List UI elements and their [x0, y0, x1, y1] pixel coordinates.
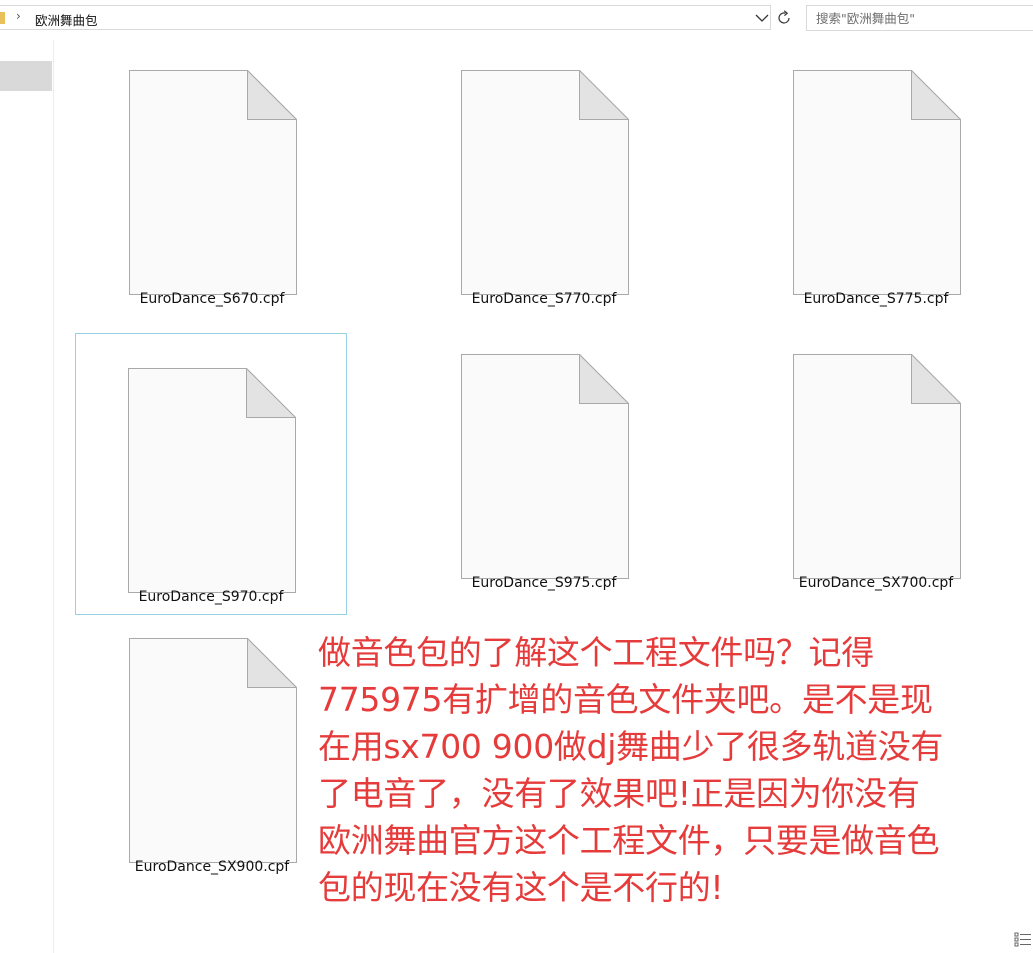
search-input[interactable] [807, 6, 1033, 30]
refresh-icon[interactable] [773, 7, 795, 29]
annotation-line: 欧洲舞曲官方这个工程文件，只要是做音色 [318, 821, 940, 860]
nav-selected-item[interactable] [0, 61, 52, 91]
file-item[interactable]: EuroDance_S670.cpf [76, 35, 348, 317]
folder-icon [0, 12, 5, 24]
file-item[interactable]: EuroDance_SX900.cpf [76, 603, 348, 885]
details-view-icon[interactable] [1013, 931, 1033, 949]
annotation-line: 在用sx700 900做dj舞曲少了很多轨道没有 [318, 727, 944, 766]
annotation-line: 了电音了，没有了效果吧!正是因为你没有 [318, 774, 920, 813]
file-item[interactable]: EuroDance_SX700.cpf [740, 319, 1012, 601]
navigation-pane[interactable] [0, 40, 54, 953]
file-item[interactable]: EuroDance_S970.cpf [75, 333, 347, 615]
file-name: EuroDance_S670.cpf [139, 291, 285, 307]
blank-document-icon [129, 637, 298, 867]
breadcrumb-current-folder[interactable]: 欧洲舞曲包 [35, 10, 98, 29]
file-item[interactable]: EuroDance_S770.cpf [408, 35, 680, 317]
blank-document-icon [461, 353, 630, 583]
annotation-line: 包的现在没有这个是不行的! [318, 868, 724, 907]
file-item[interactable]: EuroDance_S775.cpf [740, 35, 1012, 317]
file-name: EuroDance_S770.cpf [471, 291, 617, 307]
file-name: EuroDance_S775.cpf [803, 291, 949, 307]
search-box[interactable] [806, 5, 1033, 31]
blank-document-icon [793, 353, 962, 583]
file-name: EuroDance_SX900.cpf [134, 859, 290, 875]
blank-document-icon [128, 367, 297, 597]
blank-document-icon [793, 69, 962, 299]
annotation-line: 做音色包的了解这个工程文件吗？记得 [318, 633, 874, 672]
annotation-line: 775975有扩增的音色文件夹吧。是不是现 [318, 680, 933, 719]
blank-document-icon [129, 69, 298, 299]
address-bar[interactable]: › 欧洲舞曲包 [0, 5, 771, 30]
file-name: EuroDance_SX700.cpf [798, 575, 954, 591]
chevron-down-icon[interactable] [752, 8, 772, 28]
breadcrumb-chevron-icon[interactable]: › [16, 9, 21, 23]
annotation-text: 做音色包的了解这个工程文件吗？记得 775975有扩增的音色文件夹吧。是不是现 … [318, 629, 1030, 911]
blank-document-icon [461, 69, 630, 299]
file-name: EuroDance_S975.cpf [471, 575, 617, 591]
file-item[interactable]: EuroDance_S975.cpf [408, 319, 680, 601]
